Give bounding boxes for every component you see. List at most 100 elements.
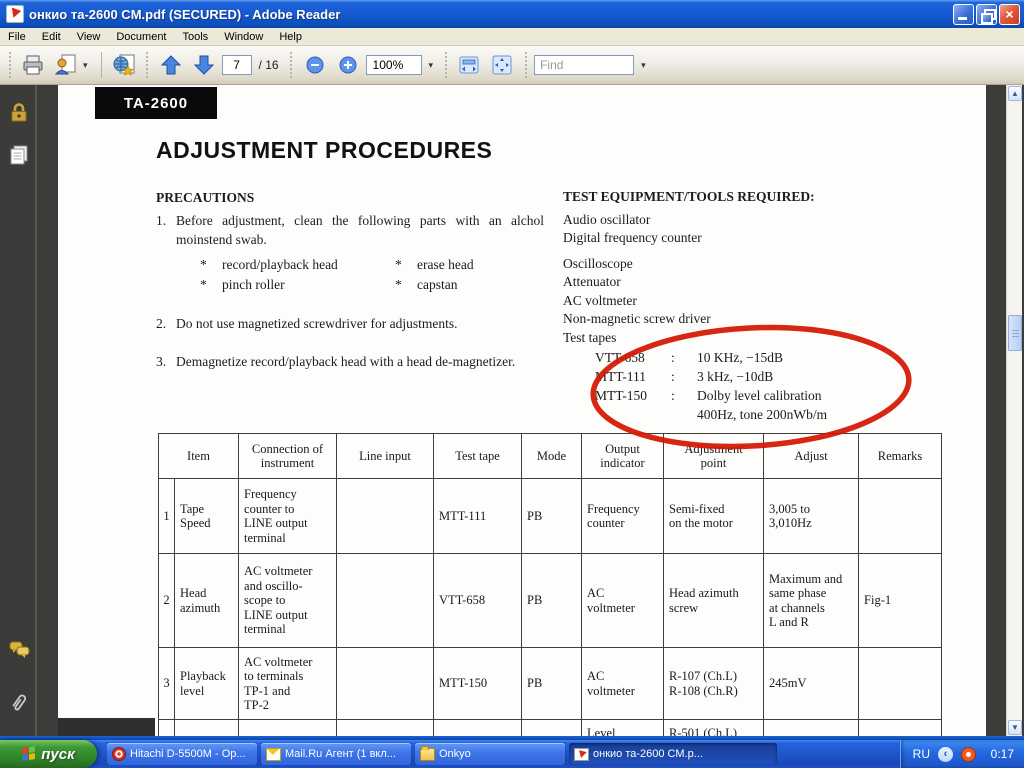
toolbar-grip — [443, 52, 448, 78]
tray-opera-icon[interactable] — [961, 747, 976, 762]
menu-item[interactable]: Window — [216, 29, 271, 45]
column-header: Line input — [337, 434, 434, 479]
scroll-down-button[interactable]: ▼ — [1008, 720, 1022, 735]
taskbar-task-button[interactable]: Hitachi D-5500M - Op... — [107, 743, 257, 765]
menu-item[interactable]: Tools — [175, 29, 217, 45]
list-item: *capstan — [395, 275, 545, 294]
table-cell: PB — [522, 479, 582, 554]
page-down-icon — [192, 53, 216, 77]
zoom-in-button[interactable] — [333, 50, 363, 80]
table-cell: 3 — [159, 648, 175, 720]
table-cell: Frequency counter to LINE output termina… — [239, 479, 337, 554]
table-cell: Maximum and same phase at channels L and… — [764, 554, 859, 648]
sign-collaborate-button[interactable]: ▾ — [51, 50, 94, 80]
fit-page-button[interactable] — [487, 50, 517, 80]
table-cell: PB — [522, 554, 582, 648]
document-heading: ADJUSTMENT PROCEDURES — [156, 137, 492, 164]
zoom-out-icon — [305, 55, 325, 75]
zoom-out-button[interactable] — [300, 50, 330, 80]
table-cell: MTT-150 — [434, 648, 522, 720]
fit-page-icon — [490, 53, 514, 77]
start-button[interactable]: пуск — [0, 740, 97, 768]
table-cell — [175, 720, 239, 737]
table-cell: Head azimuth — [175, 554, 239, 648]
table-cell: Head azimuth screw — [664, 554, 764, 648]
table-cell — [434, 720, 522, 737]
create-pdf-online-icon — [111, 53, 137, 77]
equipment-item: AC voltmeter — [563, 292, 963, 311]
table-row: 1 Tape Speed Frequency counter to LINE o… — [159, 479, 942, 554]
tray-collapse-icon[interactable]: ‹ — [938, 747, 953, 762]
table-row: 2 Head azimuth AC voltmeter and oscillo-… — [159, 554, 942, 648]
cleaning-parts-list: *record/playback head *erase head *pinch… — [200, 255, 544, 294]
menu-item[interactable]: Document — [108, 29, 174, 45]
security-lock-icon[interactable] — [7, 101, 31, 125]
document-background — [986, 85, 1006, 736]
attachments-panel-icon[interactable] — [7, 691, 31, 715]
menu-item[interactable]: View — [69, 29, 109, 45]
table-cell: R-107 (Ch.L) R-108 (Ch.R) — [664, 648, 764, 720]
precaution-3: Demagnetize record/playback head with a … — [176, 352, 544, 371]
system-tray: RU ‹ 0:17 — [900, 740, 1024, 768]
zoom-level-select[interactable]: 100% — [366, 55, 422, 75]
equipment-item: Audio oscillator — [563, 211, 963, 230]
table-cell: AC voltmeter and oscillo- scope to LINE … — [239, 554, 337, 648]
create-pdf-online-button[interactable] — [109, 50, 139, 80]
scan-artifact — [58, 718, 155, 736]
taskbar-task-button[interactable]: онкио та-2600 СМ.р... — [569, 743, 777, 765]
equipment-item: Attenuator — [563, 273, 963, 292]
table-cell: 3,005 to 3,010Hz — [764, 479, 859, 554]
red-highlight-ellipse — [583, 312, 919, 461]
table-cell — [337, 554, 434, 648]
table-cell: AC voltmeter — [582, 648, 664, 720]
scrollbar-thumb[interactable] — [1008, 315, 1022, 351]
task-buttons: Hitachi D-5500M - Op... Mail.Ru Агент (1… — [107, 743, 900, 765]
precautions-section: PRECAUTIONS 1. Before adjustment, clean … — [156, 188, 544, 373]
taskbar-task-button[interactable]: Mail.Ru Агент (1 вкл... — [261, 743, 411, 765]
comments-panel-icon[interactable] — [7, 637, 31, 661]
scroll-up-button[interactable]: ▲ — [1008, 86, 1022, 101]
find-input[interactable] — [534, 55, 634, 75]
table-cell: Tape Speed — [175, 479, 239, 554]
list-number: 1. — [156, 211, 176, 249]
restore-button[interactable] — [976, 4, 997, 25]
pages-panel-icon[interactable] — [7, 143, 31, 167]
table-cell: Fig-1 — [859, 554, 942, 648]
column-header: Item — [159, 434, 239, 479]
table-cell: R-501 (Ch.L) — [664, 720, 764, 737]
task-icon — [420, 748, 435, 761]
minimize-button[interactable] — [953, 4, 974, 25]
close-button[interactable]: × — [999, 4, 1020, 25]
sign-dropdown-arrow[interactable]: ▾ — [79, 60, 92, 71]
page-number-input[interactable] — [222, 55, 252, 75]
sign-collaborate-icon — [53, 53, 79, 77]
table-cell: Level — [582, 720, 664, 737]
menu-item[interactable]: Help — [271, 29, 310, 45]
table-cell: 245mV — [764, 648, 859, 720]
task-icon — [574, 748, 589, 761]
equipment-heading: TEST EQUIPMENT/TOOLS REQUIRED: — [563, 188, 963, 207]
table-cell — [239, 720, 337, 737]
find-dropdown-arrow[interactable]: ▾ — [637, 60, 650, 71]
previous-page-button[interactable] — [156, 50, 186, 80]
fit-width-icon — [457, 53, 481, 77]
table-cell: Semi-fixed on the motor — [664, 479, 764, 554]
taskbar-task-button[interactable]: Onkyo — [415, 743, 565, 765]
equipment-item: Oscilloscope — [563, 255, 963, 274]
print-button[interactable] — [18, 50, 48, 80]
menu-item[interactable]: File — [0, 29, 34, 45]
table-cell — [337, 648, 434, 720]
page-up-icon — [159, 53, 183, 77]
language-indicator[interactable]: RU — [913, 747, 930, 761]
menu-item[interactable]: Edit — [34, 29, 69, 45]
table-cell — [522, 720, 582, 737]
table-cell — [764, 720, 859, 737]
table-row: Level R-501 (Ch.L) — [159, 720, 942, 737]
zoom-dropdown-arrow[interactable]: ▾ — [425, 60, 438, 71]
next-page-button[interactable] — [189, 50, 219, 80]
print-icon — [21, 53, 45, 77]
navigation-sidebar — [0, 85, 37, 736]
vertical-scrollbar[interactable]: ▲ ▼ — [1006, 85, 1022, 736]
fit-width-button[interactable] — [454, 50, 484, 80]
equipment-item: Digital frequency counter — [563, 229, 963, 248]
